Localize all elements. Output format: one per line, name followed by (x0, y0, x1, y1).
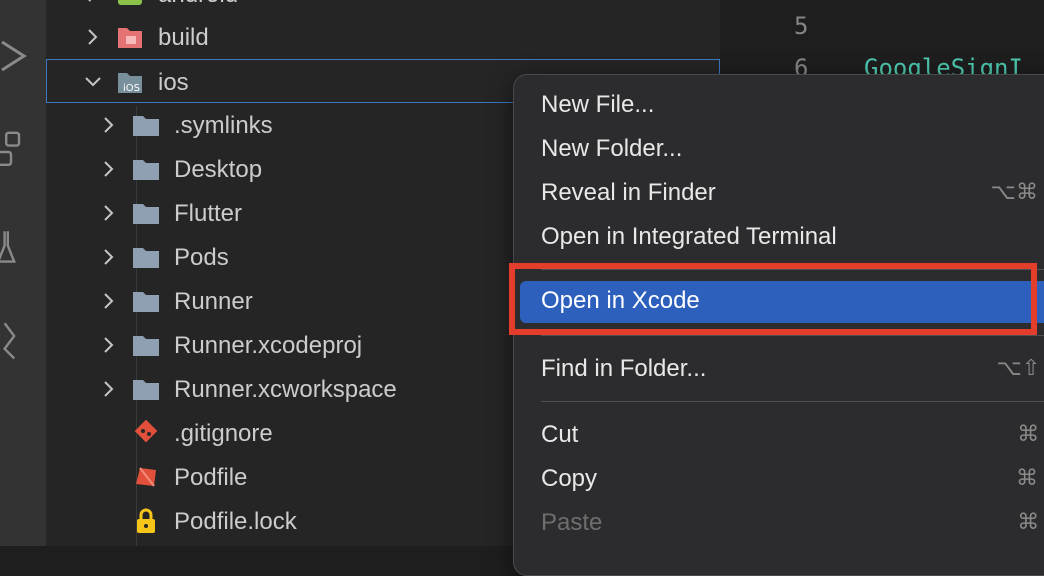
tree-item-label: android (158, 0, 238, 9)
chevron-right-icon (104, 381, 114, 397)
tree-item-label: .gitignore (174, 420, 273, 447)
tree-item-label: build (158, 24, 209, 51)
svg-text:iOS: iOS (123, 83, 140, 94)
highlight-annotation-box (509, 263, 1037, 335)
ruby-icon (136, 467, 156, 487)
line-number: 5 (794, 12, 809, 40)
shortcut-hint: ⌘ C (1016, 465, 1044, 490)
menu-item-label: Cut (541, 421, 579, 448)
folder-icon (133, 160, 159, 180)
tree-item-label: .symlinks (174, 112, 273, 139)
menu-item-reveal-in-finder[interactable]: Reveal in Finder ⌥⌘ R (520, 173, 1044, 215)
menu-separator (541, 335, 1044, 336)
folder-icon (133, 292, 159, 312)
testing-flask-icon[interactable] (0, 228, 30, 268)
extensions-icon[interactable] (0, 128, 30, 168)
tree-item-label: Podfile (174, 464, 248, 491)
chevron-right-icon (104, 205, 114, 221)
tree-item-label: Runner (174, 288, 253, 315)
menu-item-label: New Folder... (541, 135, 683, 162)
menu-item-find-in-folder[interactable]: Find in Folder... ⌥⇧ F (520, 349, 1044, 391)
chevron-down-icon (85, 77, 101, 87)
chevron-right-icon (104, 337, 114, 353)
build-folder-icon (118, 28, 142, 48)
menu-item-open-terminal[interactable]: Open in Integrated Terminal (520, 217, 1044, 259)
chevron-right-icon (88, 0, 92, 2)
folder-icon (133, 336, 159, 356)
folder-icon (133, 380, 159, 400)
chevron-right-icon (88, 29, 98, 45)
android-folder-icon (118, 0, 142, 5)
folder-icon (133, 116, 159, 136)
tree-item-label: Desktop (174, 156, 263, 183)
chevron-right-icon (104, 293, 114, 309)
menu-item-label: New File... (541, 91, 655, 118)
chevron-right-icon (104, 249, 114, 265)
tree-item-android[interactable]: android (46, 0, 720, 16)
tree-item-label: Runner.xcworkspace (174, 376, 397, 403)
shortcut-hint: ⌥⇧ F (996, 355, 1044, 380)
menu-item-new-folder[interactable]: New Folder... (520, 129, 1044, 171)
menu-separator (541, 401, 1044, 402)
run-debug-icon[interactable] (0, 36, 30, 76)
folder-icon (133, 204, 159, 224)
activity-bar (0, 0, 46, 546)
menu-item-label: Reveal in Finder (541, 179, 716, 206)
ios-folder-icon: iOS (118, 73, 142, 94)
tree-item-label: ios (158, 69, 189, 96)
shortcut-hint: ⌘ V (1017, 509, 1044, 534)
menu-item-label: Open in Integrated Terminal (541, 223, 837, 250)
menu-item-new-file[interactable]: New File... (520, 85, 1044, 127)
shortcut-hint: ⌥⌘ R (990, 179, 1044, 204)
menu-item-paste[interactable]: Paste ⌘ V (520, 503, 1044, 545)
tree-item-label: Pods (174, 244, 229, 271)
lock-icon (137, 508, 155, 533)
menu-item-label: Paste (541, 509, 603, 536)
tree-item-label: Flutter (174, 200, 243, 227)
folder-icon (133, 248, 159, 268)
git-icon (134, 420, 158, 443)
chevron-right-icon (104, 161, 114, 177)
chevron-right-icon (104, 117, 114, 133)
shortcut-hint: ⌘ X (1017, 421, 1044, 446)
tree-item-build[interactable]: build (46, 15, 720, 59)
tree-item-label: Podfile.lock (174, 508, 297, 535)
menu-item-label: Find in Folder... (541, 355, 707, 382)
flutter-icon[interactable] (0, 320, 30, 360)
menu-item-copy[interactable]: Copy ⌘ C (520, 459, 1044, 501)
menu-item-cut[interactable]: Cut ⌘ X (520, 415, 1044, 457)
tree-item-label: Runner.xcodeproj (174, 332, 363, 359)
menu-item-label: Copy (541, 465, 598, 492)
